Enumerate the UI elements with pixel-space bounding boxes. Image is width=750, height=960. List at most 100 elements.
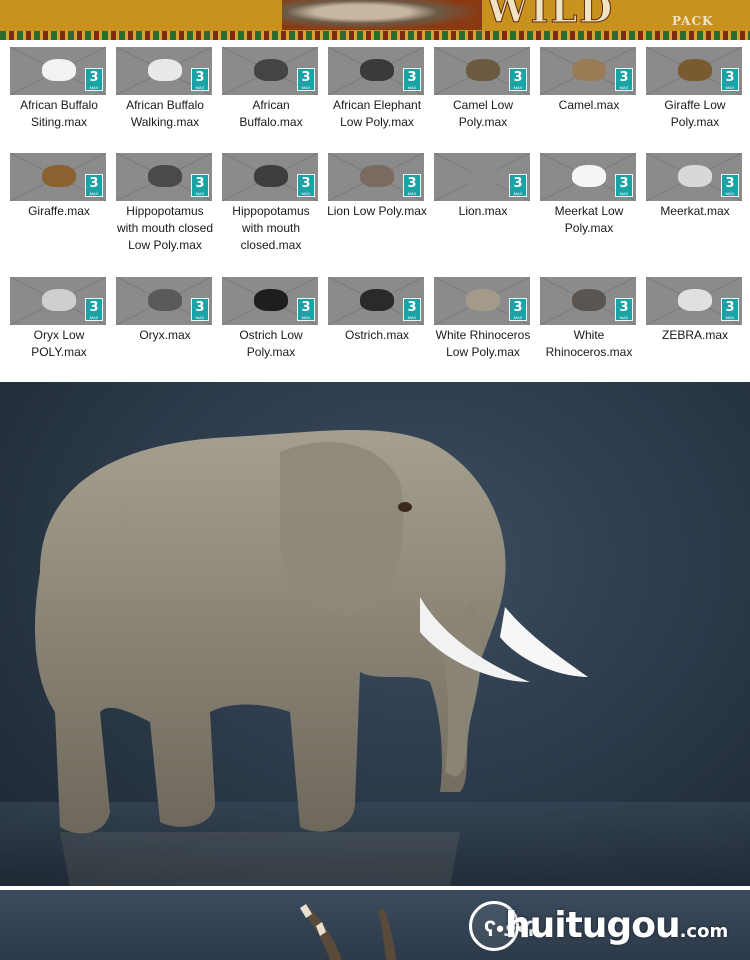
badge-number: 3: [301, 70, 311, 85]
file-thumbnail[interactable]: 3 MAX: [10, 153, 106, 201]
animal-preview: [148, 59, 182, 81]
3dsmax-file-icon: 3 MAX: [297, 68, 315, 91]
badge-number: 3: [89, 300, 99, 315]
file-thumbnail[interactable]: 3 MAX: [328, 277, 424, 325]
badge-number: 3: [513, 176, 523, 191]
animal-preview: [42, 289, 76, 311]
file-name-label: White Rhinoceros.max: [545, 328, 633, 359]
watermark-text: huitugou.com: [505, 905, 728, 946]
file-thumbnail[interactable]: 3 MAX: [116, 277, 212, 325]
3dsmax-file-icon: 3 MAX: [85, 174, 103, 197]
badge-number: 3: [725, 70, 735, 85]
file-item[interactable]: 3 MAX Camel.max: [536, 47, 642, 114]
animal-preview: [678, 165, 712, 187]
badge-subtext: MAX: [513, 315, 523, 320]
file-item[interactable]: 3 MAX African Elephant Low Poly.max: [324, 47, 430, 131]
badge-subtext: MAX: [407, 191, 417, 196]
file-name-label: African Elephant Low Poly.max: [332, 98, 422, 129]
file-item[interactable]: 3 MAX Meerkat Low Poly.max: [536, 153, 642, 237]
file-thumbnail[interactable]: 3 MAX: [434, 153, 530, 201]
file-item[interactable]: 3 MAX Oryx.max: [112, 277, 218, 344]
file-name-label: African Buffalo Siting.max: [20, 98, 98, 129]
badge-number: 3: [195, 300, 205, 315]
animal-preview: [678, 289, 712, 311]
3dsmax-file-icon: 3 MAX: [721, 174, 739, 197]
3dsmax-file-icon: 3 MAX: [615, 68, 633, 91]
animal-preview: [42, 59, 76, 81]
3dsmax-file-icon: 3 MAX: [191, 68, 209, 91]
3dsmax-file-icon: 3 MAX: [403, 298, 421, 321]
badge-subtext: MAX: [513, 85, 523, 90]
badge-number: 3: [619, 176, 629, 191]
file-name-label: Ostrich Low Poly.max: [239, 328, 303, 359]
file-thumbnail[interactable]: 3 MAX: [116, 47, 212, 95]
animal-preview: [572, 59, 606, 81]
file-thumbnail[interactable]: 3 MAX: [434, 47, 530, 95]
file-name-label: Oryx Low POLY.max: [31, 328, 87, 359]
animal-preview: [148, 165, 182, 187]
file-item[interactable]: 3 MAX Lion Low Poly.max: [324, 153, 430, 220]
watermark-brand: huitugou: [505, 905, 681, 946]
badge-subtext: MAX: [619, 191, 629, 196]
file-name-label: Meerkat Low Poly.max: [554, 204, 624, 235]
file-thumbnail[interactable]: 3 MAX: [328, 153, 424, 201]
badge-number: 3: [619, 70, 629, 85]
file-item[interactable]: 3 MAX Lion.max: [430, 153, 536, 220]
3dsmax-file-icon: 3 MAX: [615, 298, 633, 321]
file-item[interactable]: 3 MAX Oryx Low POLY.max: [6, 277, 112, 361]
file-item[interactable]: 3 MAX Giraffe.max: [6, 153, 112, 220]
3dsmax-file-icon: 3 MAX: [403, 68, 421, 91]
file-item[interactable]: 3 MAX Ostrich.max: [324, 277, 430, 344]
file-name-label: Camel.max: [558, 98, 620, 112]
badge-number: 3: [513, 70, 523, 85]
file-thumbnail[interactable]: 3 MAX: [222, 153, 318, 201]
file-name-label: Hippopotamus with mouth closed.max: [232, 204, 310, 252]
3dsmax-file-icon: 3 MAX: [615, 174, 633, 197]
file-thumbnail[interactable]: 3 MAX: [328, 47, 424, 95]
file-item[interactable]: 3 MAX African Buffalo Siting.max: [6, 47, 112, 131]
file-thumbnail[interactable]: 3 MAX: [222, 277, 318, 325]
file-thumbnail[interactable]: 3 MAX: [540, 47, 636, 95]
3dsmax-file-icon: 3 MAX: [721, 68, 739, 91]
file-name-label: African Buffalo Walking.max: [126, 98, 204, 129]
file-thumbnail[interactable]: 3 MAX: [646, 277, 742, 325]
file-item[interactable]: 3 MAX African Buffalo.max: [218, 47, 324, 131]
file-name-label: Ostrich.max: [344, 328, 409, 342]
file-thumbnail[interactable]: 3 MAX: [540, 277, 636, 325]
file-item[interactable]: 3 MAX Giraffe Low Poly.max: [642, 47, 748, 131]
badge-number: 3: [407, 176, 417, 191]
file-item[interactable]: 3 MAX Ostrich Low Poly.max: [218, 277, 324, 361]
file-item[interactable]: 3 MAX Hippopotamus with mouth closed.max: [218, 153, 324, 254]
file-thumbnail[interactable]: 3 MAX: [10, 47, 106, 95]
3dsmax-file-icon: 3 MAX: [85, 68, 103, 91]
file-name-label: African Buffalo.max: [239, 98, 303, 129]
file-thumbnail[interactable]: 3 MAX: [646, 47, 742, 95]
3dsmax-file-icon: 3 MAX: [509, 298, 527, 321]
animal-preview: [466, 165, 500, 187]
badge-subtext: MAX: [89, 315, 99, 320]
file-item[interactable]: 3 MAX Hippopotamus with mouth closed Low P…: [112, 153, 218, 254]
file-thumbnail[interactable]: 3 MAX: [222, 47, 318, 95]
badge-subtext: MAX: [619, 315, 629, 320]
file-thumbnail[interactable]: 3 MAX: [116, 153, 212, 201]
file-item[interactable]: 3 MAX Camel Low Poly.max: [430, 47, 536, 131]
file-name-label: ZEBRA.max: [661, 328, 728, 342]
banner-subtitle: PACK: [672, 14, 714, 28]
file-thumbnail[interactable]: 3 MAX: [540, 153, 636, 201]
file-name-label: Lion Low Poly.max: [327, 204, 427, 218]
animal-preview: [360, 289, 394, 311]
file-thumbnail[interactable]: 3 MAX: [646, 153, 742, 201]
animal-preview: [572, 165, 606, 187]
file-thumbnail[interactable]: 3 MAX: [434, 277, 530, 325]
file-item[interactable]: 3 MAX African Buffalo Walking.max: [112, 47, 218, 131]
badge-subtext: MAX: [301, 191, 311, 196]
file-item[interactable]: 3 MAX Meerkat.max: [642, 153, 748, 220]
file-item[interactable]: 3 MAX White Rhinoceros.max: [536, 277, 642, 361]
file-name-label: Oryx.max: [139, 328, 191, 342]
file-thumbnail[interactable]: 3 MAX: [10, 277, 106, 325]
badge-subtext: MAX: [195, 315, 205, 320]
badge-number: 3: [513, 300, 523, 315]
file-item[interactable]: 3 MAX ZEBRA.max: [642, 277, 748, 344]
file-item[interactable]: 3 MAX White Rhinoceros Low Poly.max: [430, 277, 536, 361]
watermark-suffix: .com: [679, 921, 729, 942]
